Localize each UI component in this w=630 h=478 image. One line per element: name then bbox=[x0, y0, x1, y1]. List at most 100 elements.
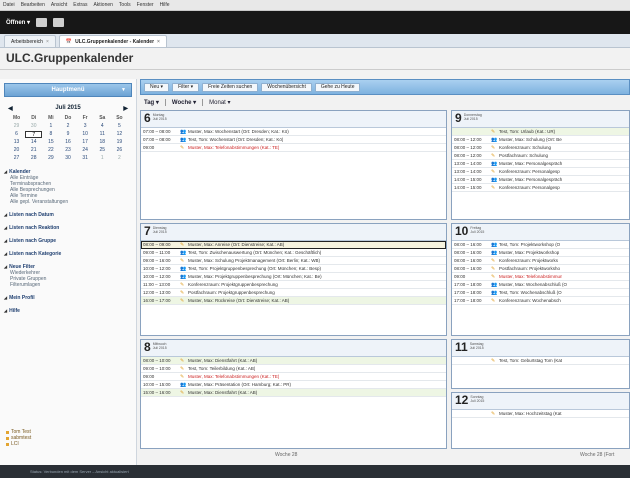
tab-calendar[interactable]: 📅 ULC.Gruppenkalender - Kalender × bbox=[58, 35, 167, 47]
tab-workspace[interactable]: Arbeitsbereich × bbox=[4, 35, 56, 47]
mini-calendar-day[interactable]: 3 bbox=[77, 123, 94, 130]
nav-item[interactable]: Alle gepl. Veranstaltungen bbox=[4, 199, 132, 205]
menu-item[interactable]: Tools bbox=[119, 2, 131, 8]
nav-section-header[interactable]: ◢ Listen nach Reaktion bbox=[4, 224, 132, 231]
calendar-event[interactable]: 08:00 – 16:00 ✎ Konferenzraum: Projektwork… bbox=[452, 257, 629, 265]
calendar-event[interactable]: 09:00 – 10:00 ✎ Test, Tom: Teilerbildung (… bbox=[141, 365, 446, 373]
mini-calendar-day[interactable]: 12 bbox=[111, 131, 128, 138]
mini-calendar-day[interactable]: 4 bbox=[94, 123, 111, 130]
calendar-event[interactable]: 08:00 – 16:00 👥 Muster, Max: Projektworksh… bbox=[452, 249, 629, 257]
mini-calendar-day[interactable]: 13 bbox=[8, 139, 25, 146]
calendar-event[interactable]: ✎ Muster, Max: Hochzeitstag (Kat bbox=[452, 410, 629, 418]
toolbar-button[interactable]: Gehe zu Heute bbox=[314, 82, 361, 92]
calendar-event[interactable]: 08:00 – 10:00 ✎ Muster, Max: Dienstfahrt (… bbox=[141, 357, 446, 365]
menu-item[interactable]: Bearbeiten bbox=[21, 2, 45, 8]
calendar-event[interactable]: 09:00 – 16:00 ✎ Muster, Max: Schulung Proj… bbox=[141, 257, 446, 265]
calendar-event[interactable]: 14:00 – 15:00 ✎ Konferenzraum: Personalges… bbox=[452, 184, 629, 192]
view-month[interactable]: Monat ▾ bbox=[209, 99, 230, 106]
mini-calendar-day[interactable]: 2 bbox=[59, 123, 76, 130]
calendar-event[interactable]: 14:00 – 15:00 👥 Muster, Max: Personalgespr… bbox=[452, 176, 629, 184]
close-icon[interactable]: × bbox=[46, 39, 49, 45]
menu-item[interactable]: Aktionen bbox=[93, 2, 112, 8]
calendar-event[interactable]: 09:00 ✎ Muster, Max: Telefonabstimmun bbox=[452, 273, 629, 281]
main-menu-dropdown[interactable]: Hauptmenü ▼ bbox=[4, 83, 132, 97]
mini-calendar-day[interactable]: 15 bbox=[42, 139, 59, 146]
calendar-event[interactable]: 11:00 – 13:00 ✎ Konferenzraum: Projektgrup… bbox=[141, 281, 446, 289]
day-header[interactable]: 7 Dienstag Juli 2015 bbox=[141, 224, 446, 241]
close-icon[interactable]: × bbox=[157, 39, 160, 45]
mini-calendar-day[interactable]: 23 bbox=[59, 147, 76, 154]
calendar-event[interactable]: 08:00 – 12:00 👥 Muster, Max: Schulung (Ort… bbox=[452, 136, 629, 144]
mini-calendar-day[interactable]: 22 bbox=[42, 147, 59, 154]
calendar-event[interactable]: 12:00 – 13:00 ✎ Postfachraum: Projektgrupp… bbox=[141, 289, 446, 297]
calendar-event[interactable]: 17:00 – 18:00 👥 Test, Tom: Wochenabschluß … bbox=[452, 289, 629, 297]
calendar-event[interactable]: 09:00 ✎ Muster, Max: Telefonabstimmungen (… bbox=[141, 373, 446, 381]
calendar-event[interactable]: ✎ Test, Tom: Geburtstag Tom (Kat bbox=[452, 357, 629, 365]
menu-item[interactable]: Ansicht bbox=[51, 2, 67, 8]
menu-item[interactable]: Fenster bbox=[137, 2, 154, 8]
mini-calendar-day[interactable]: 24 bbox=[77, 147, 94, 154]
toolbar-button[interactable]: Freie Zeiten suchen bbox=[202, 82, 259, 92]
open-menu-button[interactable]: Öffnen ▾ bbox=[6, 19, 30, 26]
toolbar-button[interactable]: Neu ▾ bbox=[144, 82, 170, 92]
mini-calendar-day[interactable]: 25 bbox=[94, 147, 111, 154]
calendar-event[interactable]: 10:00 – 12:00 👥 Muster, Max: Projektgruppe… bbox=[141, 273, 446, 281]
mini-calendar-day[interactable]: 19 bbox=[111, 139, 128, 146]
nav-section-header[interactable]: ◢ Listen nach Datum bbox=[4, 211, 132, 218]
calendar-event[interactable]: 08:00 – 09:00 ✎ Muster, Max: Anreise (Ort:… bbox=[141, 241, 446, 249]
calendar-event[interactable]: 07:00 – 08:00 👥 Muster, Max: Wochenstart (… bbox=[141, 128, 446, 136]
nav-section-header[interactable]: ◢ Neue Filter bbox=[4, 263, 132, 270]
mini-calendar-day[interactable]: 11 bbox=[94, 131, 111, 138]
mini-calendar-day[interactable]: 1 bbox=[94, 155, 111, 162]
view-week[interactable]: Woche ▾ bbox=[172, 99, 196, 106]
calendar-event[interactable]: 10:00 – 15:00 👥 Muster, Max: Präsentation … bbox=[141, 381, 446, 389]
mini-calendar-day[interactable]: 27 bbox=[8, 155, 25, 162]
menu-item[interactable]: Extras bbox=[73, 2, 87, 8]
mini-calendar-day[interactable]: 29 bbox=[42, 155, 59, 162]
day-header[interactable]: 8 Mittwoch Juli 2015 bbox=[141, 340, 446, 357]
prev-month-icon[interactable]: ◀ bbox=[8, 105, 13, 112]
calendar-event[interactable]: 08:00 – 12:00 ✎ Postfachraum: Schulung bbox=[452, 152, 629, 160]
day-header[interactable]: 11 Samstag Juli 2015 bbox=[452, 340, 629, 357]
menu-item[interactable]: Hilfe bbox=[160, 2, 170, 8]
mini-calendar-day[interactable]: 20 bbox=[8, 147, 25, 154]
calendar-event[interactable]: 13:00 – 14:00 ✎ Konferenzraum: Personalges… bbox=[452, 168, 629, 176]
calendar-event[interactable]: 08:00 – 16:00 👥 Test, Tom: Projektworkshop… bbox=[452, 241, 629, 249]
mini-calendar-day[interactable]: 29 bbox=[8, 123, 25, 130]
day-header[interactable]: 12 Sonntag Juli 2015 bbox=[452, 393, 629, 410]
nav-section-header[interactable]: ◢ Listen nach Gruppe bbox=[4, 237, 132, 244]
mini-calendar-day[interactable]: 14 bbox=[25, 139, 42, 146]
mini-calendar-day[interactable]: 30 bbox=[25, 123, 42, 130]
mini-calendar-day[interactable]: 5 bbox=[111, 123, 128, 130]
mini-calendar-day[interactable]: 2 bbox=[111, 155, 128, 162]
mini-calendar-day[interactable]: 18 bbox=[94, 139, 111, 146]
calendar-event[interactable]: 10:00 – 12:00 👥 Test, Tom: Projektgruppenb… bbox=[141, 265, 446, 273]
nav-section-header[interactable]: ◢ Listen nach Kategorie bbox=[4, 250, 132, 257]
calendar-event[interactable]: ✎ Test, Tom: Urlaub (Kat.: UR) bbox=[452, 128, 629, 136]
mini-calendar-day[interactable]: 7 bbox=[25, 131, 43, 138]
day-header[interactable]: 10 Freitag Juli 2015 bbox=[452, 224, 629, 241]
view-day[interactable]: Tag ▾ bbox=[144, 99, 159, 106]
mini-calendar-day[interactable]: 26 bbox=[111, 147, 128, 154]
menu-item[interactable]: Datei bbox=[3, 2, 15, 8]
calendar-event[interactable]: 17:00 – 18:00 ✎ Konferenzraum: Wochenabsch bbox=[452, 297, 629, 305]
mini-calendar-day[interactable]: 28 bbox=[25, 155, 42, 162]
mini-calendar-day[interactable]: 6 bbox=[8, 131, 25, 138]
day-header[interactable]: 9 Donnerstag Juli 2015 bbox=[452, 111, 629, 128]
mini-calendar-day[interactable]: 30 bbox=[59, 155, 76, 162]
save-icon[interactable] bbox=[36, 18, 48, 27]
nav-section-header[interactable]: ◢ Hilfe bbox=[4, 307, 132, 314]
nav-section-header[interactable]: ◢ Kalender bbox=[4, 168, 132, 175]
calendar-event[interactable]: 09:00 – 11:00 👥 Test, Tom: Zwischenauswert… bbox=[141, 249, 446, 257]
mini-calendar-day[interactable]: 8 bbox=[42, 131, 59, 138]
mini-calendar-day[interactable]: 17 bbox=[77, 139, 94, 146]
mini-calendar-day[interactable]: 9 bbox=[59, 131, 76, 138]
calendar-event[interactable]: 08:00 – 12:00 ✎ Konferenzraum: Schulung bbox=[452, 144, 629, 152]
next-month-icon[interactable]: ▶ bbox=[123, 105, 128, 112]
day-header[interactable]: 6 Montag Juli 2015 bbox=[141, 111, 446, 128]
toolbar-button[interactable]: Filter ▾ bbox=[172, 82, 200, 92]
mini-calendar-day[interactable]: 21 bbox=[25, 147, 42, 154]
calendar-event[interactable]: 13:00 – 14:00 👥 Muster, Max: Personalgespr… bbox=[452, 160, 629, 168]
mini-calendar-day[interactable]: 10 bbox=[77, 131, 94, 138]
calendar-event[interactable]: 08:00 – 16:00 ✎ Postfachraum: Projektworks… bbox=[452, 265, 629, 273]
